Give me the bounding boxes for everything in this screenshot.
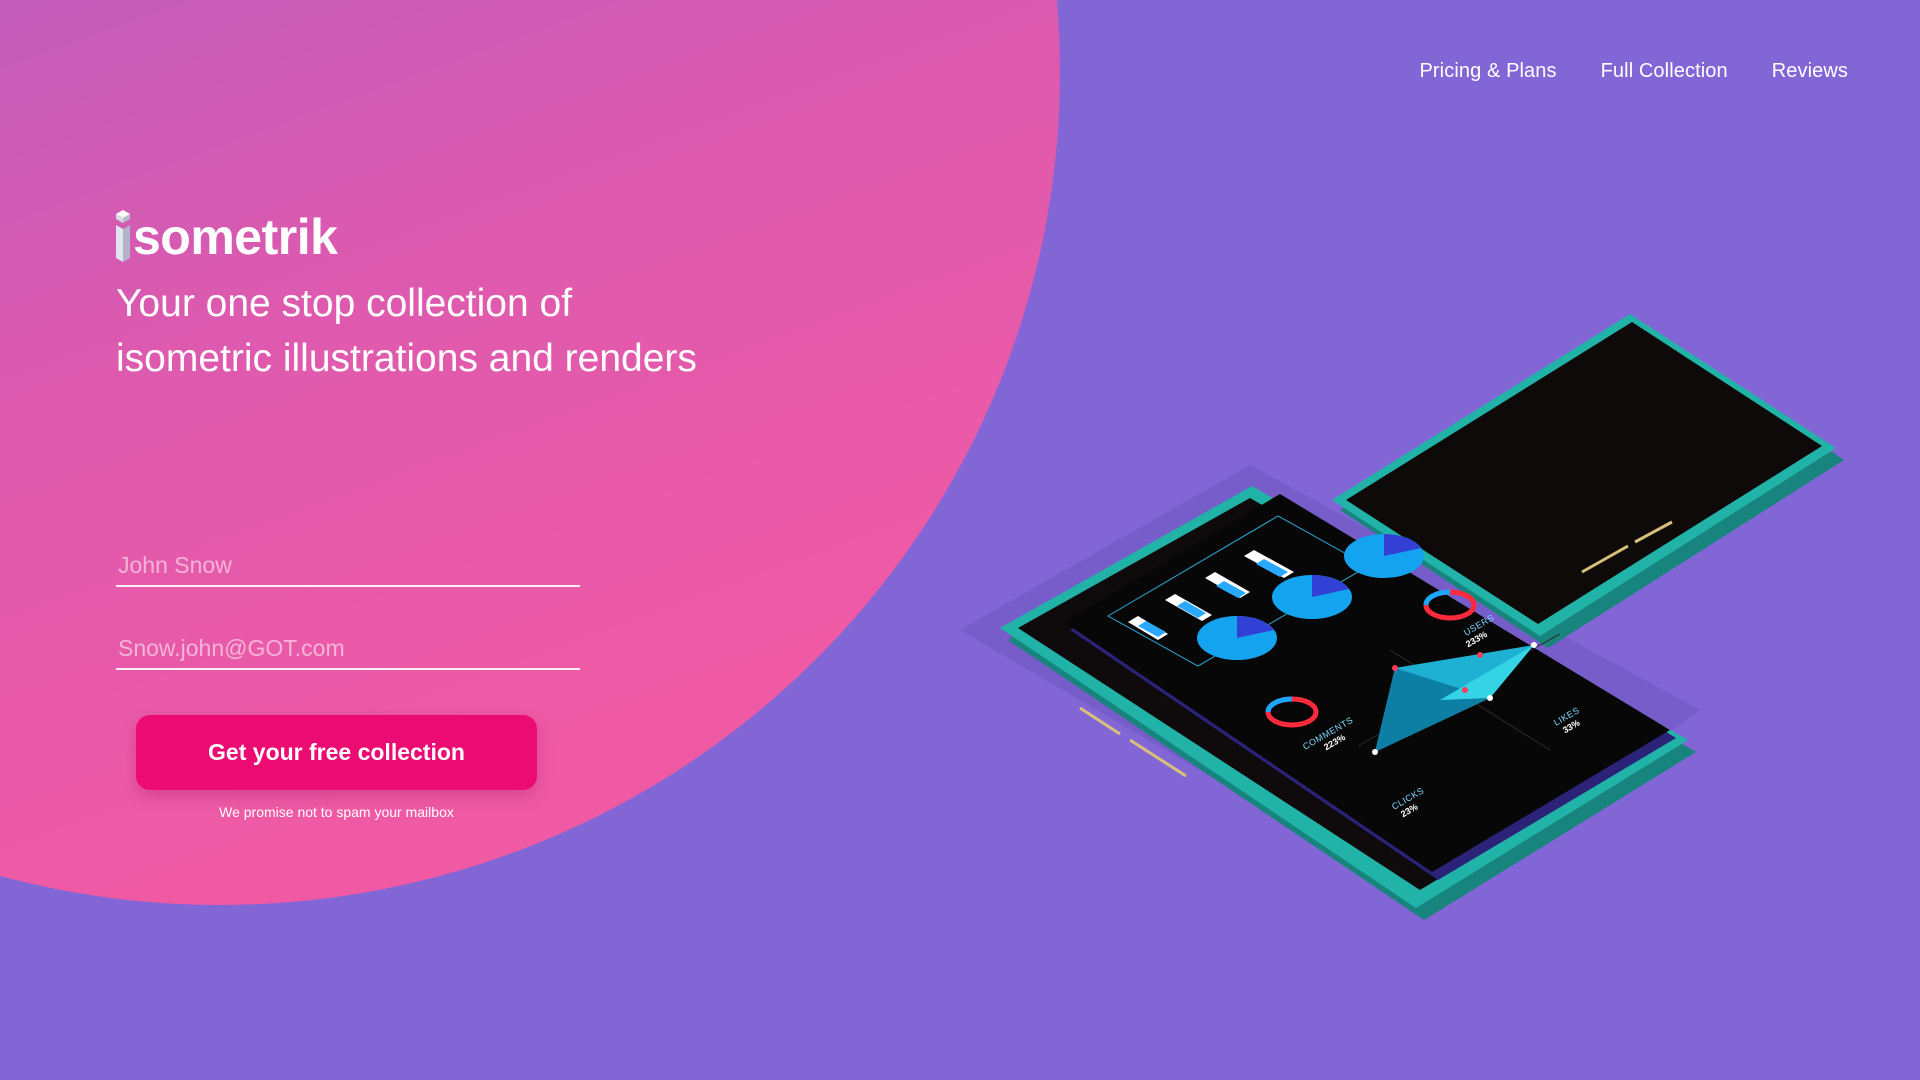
tagline-line-2: isometric illustrations and renders	[116, 337, 697, 380]
nav-item-reviews[interactable]: Reviews	[1772, 60, 1848, 83]
isometric-phones-illustration: USERS 233% COMMENTS 223% LIKES 33% CLICK…	[960, 314, 1844, 920]
nav-item-full-collection[interactable]: Full Collection	[1601, 60, 1728, 83]
brand-logo: sometrik	[116, 208, 338, 266]
tagline-line-1: Your one stop collection of	[116, 282, 573, 325]
email-input[interactable]	[116, 628, 580, 670]
get-collection-button[interactable]: Get your free collection	[136, 715, 537, 790]
top-nav: Pricing & Plans Full Collection Reviews	[1419, 60, 1848, 83]
name-input[interactable]	[116, 545, 580, 587]
landing-page: Pricing & Plans Full Collection Reviews …	[0, 0, 1920, 1080]
logo-i-mark-icon	[116, 210, 130, 262]
hero-tagline: Your one stop collection of isometric il…	[116, 276, 816, 386]
nav-item-pricing[interactable]: Pricing & Plans	[1419, 60, 1556, 83]
brand-name: sometrik	[133, 209, 338, 265]
spam-disclaimer: We promise not to spam your mailbox	[219, 804, 454, 820]
